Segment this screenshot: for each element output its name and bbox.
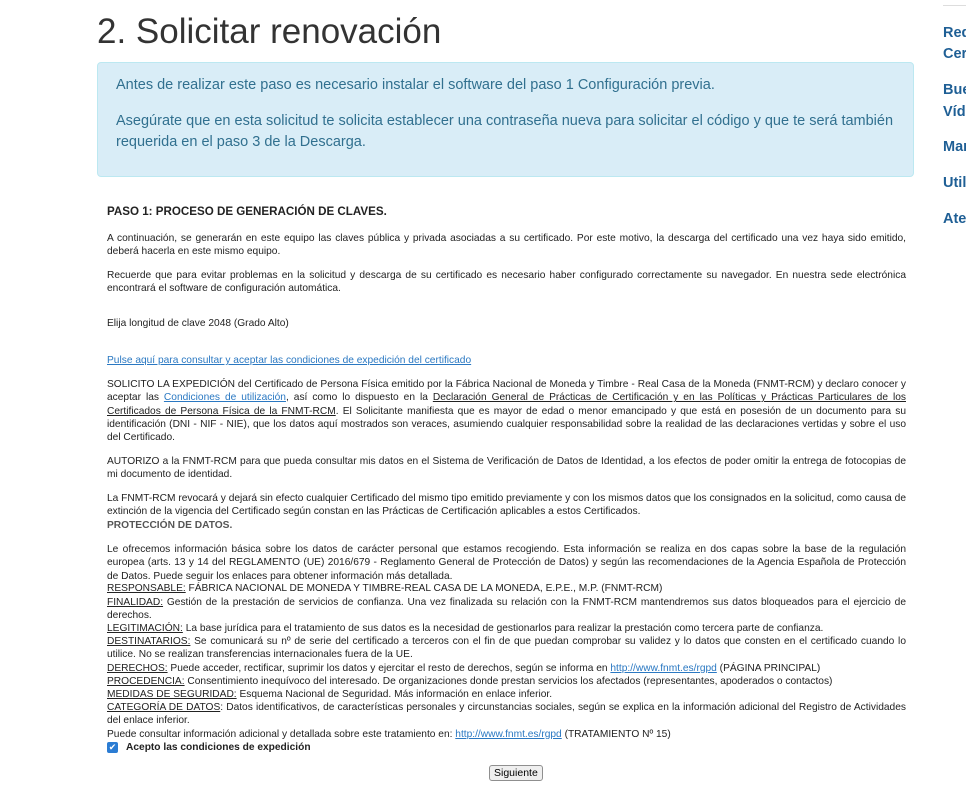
protection-intro: Le ofrecemos información básica sobre lo… [107,544,906,582]
procedencia-text: Consentimiento inequívoco del interesado… [184,676,833,687]
alert-paragraph-1: Antes de realizar este paso es necesario… [116,77,715,93]
sidebar-divider [943,5,966,6]
responsable-label: RESPONSABLE: [107,583,186,594]
rgpd-link-treatment[interactable]: http://www.fnmt.es/rgpd [455,729,561,740]
consult-after: (TRATAMIENTO Nº 15) [561,729,671,740]
categoria-label: CATEGORÍA DE DATOS [107,702,221,713]
sidebar-item-utilidades[interactable]: Util [943,173,966,195]
intro-paragraph-1: A continuación, se generarán en este equ… [107,233,906,258]
derechos-text: Puede acceder, rectificar, suprimir los … [167,663,611,674]
solicito-text-b: , así como lo dispuesto en la [285,392,433,404]
alert-paragraph-2: Asegúrate que en esta solicitud te solic… [116,113,894,150]
finalidad-row: FINALIDAD: Gestión de la prestación de s… [107,596,906,623]
sidebar-item-atencion[interactable]: Ate [943,209,966,231]
sidebar-item-buenas[interactable]: Bue [943,80,966,102]
solicito-paragraph: SOLICITO LA EXPEDICIÓN del Certificado d… [107,378,906,444]
destinatarios-row: DESTINATARIOS: Se comunicará su nº de se… [107,635,906,662]
usage-conditions-link[interactable]: Condiciones de utilización [164,392,286,403]
destinatarios-label: DESTINATARIOS: [107,636,191,647]
categoria-text: : Datos identificativos, de característi… [107,702,906,727]
revoke-paragraph: La FNMT-RCM revocará y dejará sin efecto… [107,493,906,518]
legitimacion-row: LEGITIMACIÓN: La base jurídica para el t… [107,622,906,635]
accept-conditions[interactable]: ✔ Acepto las condiciones de expedición [107,741,311,754]
derechos-label: DERECHOS: [107,663,168,674]
accept-checkbox[interactable]: ✔ [107,742,118,754]
medidas-row: MEDIDAS DE SEGURIDAD: Esquema Nacional d… [107,688,906,701]
step-title: PASO 1: PROCESO DE GENERACIÓN DE CLAVES. [107,205,387,218]
responsable-row: RESPONSABLE: FÁBRICA NACIONAL DE MONEDA … [107,582,906,595]
derechos-after: (PÁGINA PRINCIPAL) [716,663,821,674]
responsable-text: FÁBRICA NACIONAL DE MONEDA Y TIMBRE-REAL… [185,583,663,594]
sidebar-item-manual[interactable]: Man [943,137,966,159]
sidebar-item-certificado[interactable]: Cer [943,44,966,66]
key-length-text: Elija longitud de clave 2048 (Grado Alto… [107,318,289,329]
protection-title: PROTECCIÓN DE DATOS. [107,520,233,531]
medidas-label: MEDIDAS DE SEGURIDAD: [107,689,237,700]
intro-paragraph-2: Recuerde que para evitar problemas en la… [107,270,906,295]
legitimacion-text: La base jurídica para el tratamiento de … [182,623,824,634]
conditions-link[interactable]: Pulse aquí para consultar y aceptar las … [107,355,471,366]
derechos-row: DERECHOS: Puede acceder, rectificar, sup… [107,662,906,675]
finalidad-text: Gestión de la prestación de servicios de… [107,597,906,622]
sidebar-item-videos[interactable]: Víd [943,102,966,124]
finalidad-label: FINALIDAD: [107,597,164,608]
autorizo-paragraph: AUTORIZO a la FNMT-RCM para que pueda co… [107,456,906,481]
sidebar-item-requisitos[interactable]: Req [943,23,966,45]
legitimacion-label: LEGITIMACIÓN: [107,623,183,634]
sidebar-nav: Req Cer Bue Víd Man Util Ate [943,0,966,791]
consult-row: Puede consultar información adicional y … [107,728,906,741]
consult-text: Puede consultar información adicional y … [107,729,456,740]
page-title: 2. Solicitar renovación [97,12,442,51]
info-alert: Antes de realizar este paso es necesario… [97,62,914,177]
accept-label: Acepto las condiciones de expedición [126,742,311,753]
destinatarios-text: Se comunicará su nº de serie del certifi… [107,636,906,661]
rgpd-link-main[interactable]: http://www.fnmt.es/rgpd [610,663,716,674]
medidas-text: Esquema Nacional de Seguridad. Más infor… [236,689,553,700]
categoria-row: CATEGORÍA DE DATOS: Datos identificativo… [107,701,906,728]
next-button[interactable]: Siguiente [489,765,543,781]
procedencia-row: PROCEDENCIA: Consentimiento inequívoco d… [107,675,906,688]
procedencia-label: PROCEDENCIA: [107,676,185,687]
